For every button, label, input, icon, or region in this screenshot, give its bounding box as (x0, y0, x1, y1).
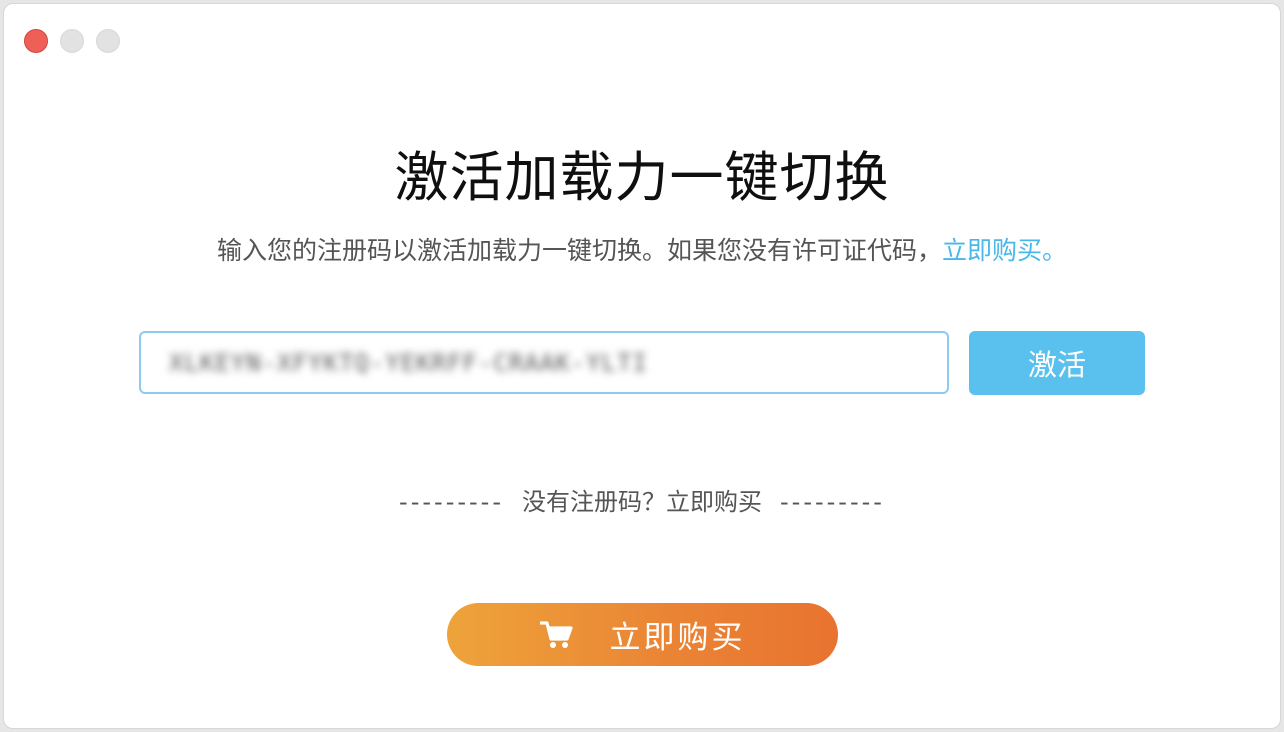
minimize-window-button[interactable] (60, 29, 84, 53)
buy-now-label: 立即购买 (609, 620, 746, 656)
activation-window: 激活加载力一键切换 输入您的注册码以激活加载力一键切换。如果您没有许可证代码，立… (3, 3, 1281, 729)
instructions-text: 输入您的注册码以激活加载力一键切换。如果您没有许可证代码，立即购买。 (4, 233, 1280, 269)
divider-left-dashes: --------- (399, 488, 504, 516)
window-controls (24, 29, 120, 53)
cart-icon (539, 620, 574, 650)
page-title: 激活加载力一键切换 (394, 146, 890, 209)
instructions-body: 输入您的注册码以激活加载力一键切换。如果您没有许可证代码， (216, 236, 942, 265)
license-code-input[interactable]: XLKEYN-XFYKTQ-YEKRFF-CRAAK-YLTI (139, 331, 949, 394)
no-code-prompt: 没有注册码？立即购买 (522, 488, 762, 516)
buy-now-button[interactable]: 立即购买 (447, 603, 838, 666)
buy-now-link[interactable]: 立即购买。 (942, 236, 1067, 265)
activate-button[interactable]: 激活 (969, 331, 1145, 395)
divider-right-dashes: --------- (780, 488, 885, 516)
no-code-divider: --------- 没有注册码？立即购买 --------- (4, 486, 1280, 518)
license-code-value: XLKEYN-XFYKTQ-YEKRFF-CRAAK-YLTI (169, 348, 648, 377)
maximize-window-button[interactable] (96, 29, 120, 53)
close-window-button[interactable] (24, 29, 48, 53)
